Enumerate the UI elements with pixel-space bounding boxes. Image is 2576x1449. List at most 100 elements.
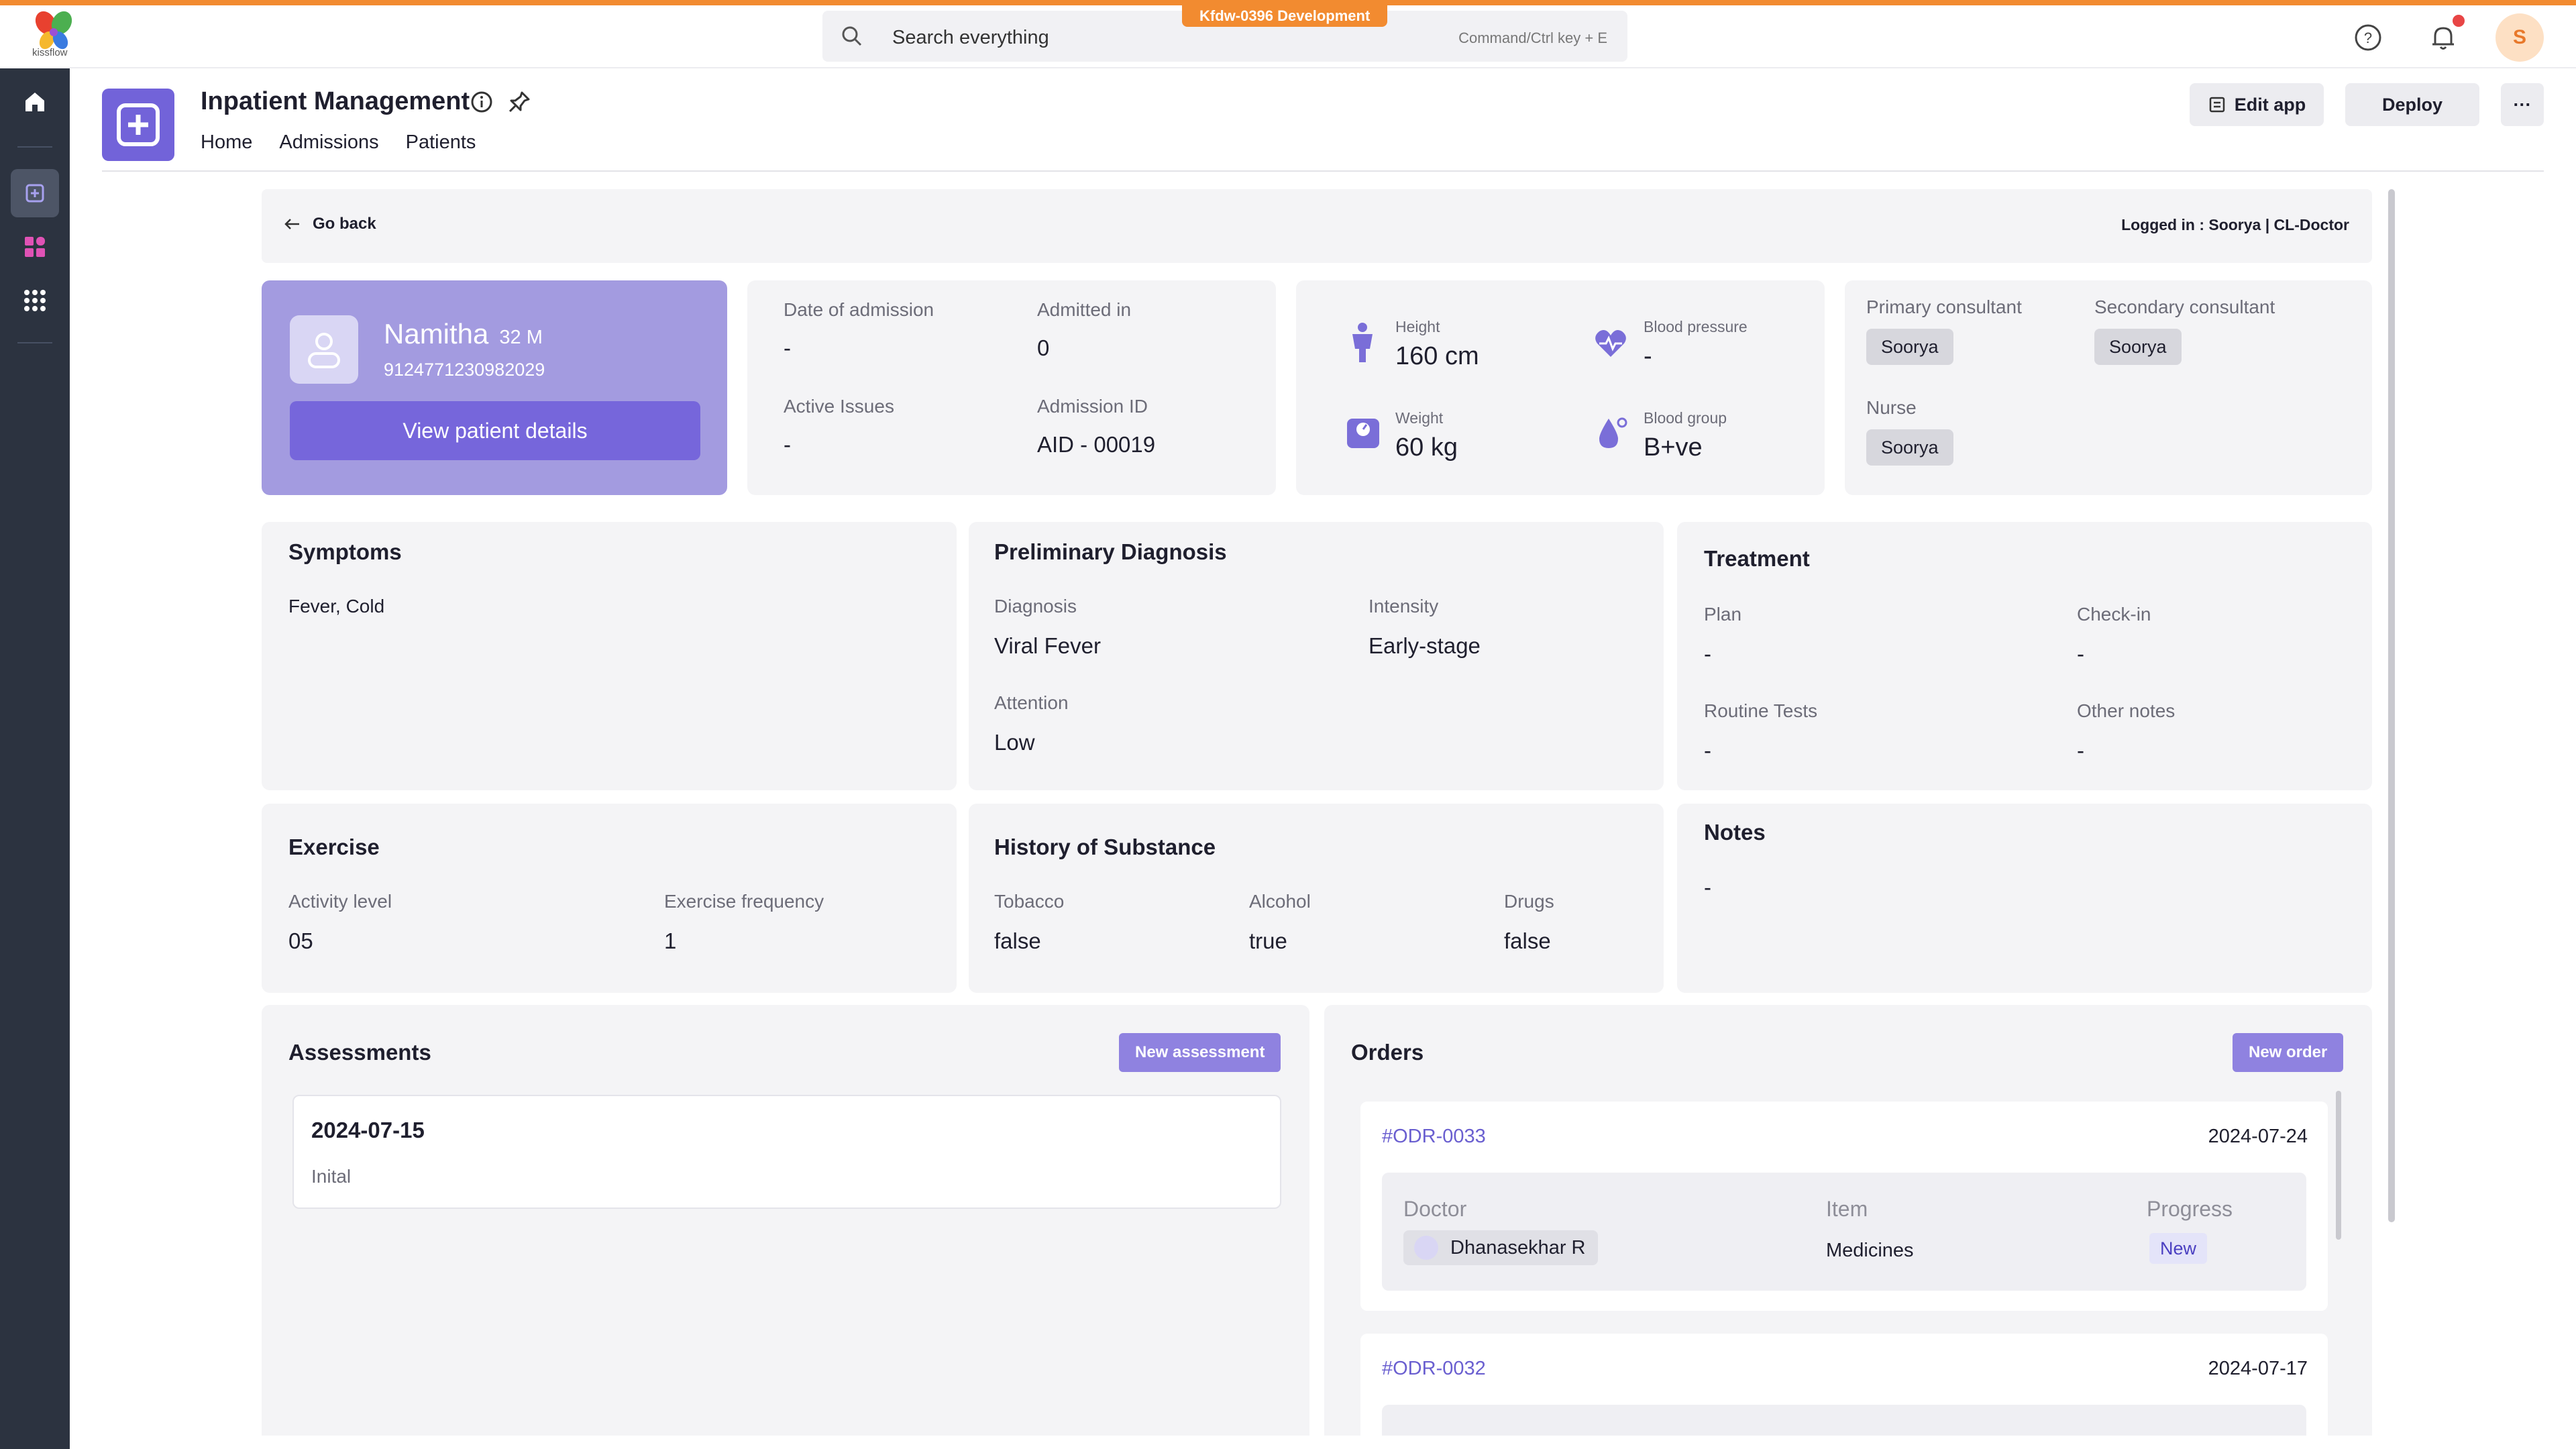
info-icon[interactable] — [470, 90, 494, 114]
order-details: Doctor Item Progress Dhanasekhar R Medic… — [1382, 1173, 2306, 1291]
person-icon — [308, 333, 340, 368]
date-of-admission-label: Date of admission — [784, 299, 934, 320]
nav-patients[interactable]: Patients — [406, 131, 476, 154]
go-back-bar: Go back Logged in : Soorya | CL-Doctor — [262, 189, 2372, 263]
weight-value: 60 kg — [1395, 433, 1458, 462]
blood-pressure-label: Blood pressure — [1644, 318, 1748, 335]
logo-text: kissflow — [32, 47, 68, 58]
arrow-left-icon — [284, 219, 299, 229]
treatment-card: Treatment Plan - Check-in - Routine Test… — [1677, 522, 2372, 790]
doctor-avatar — [1414, 1236, 1438, 1260]
home-nav[interactable] — [11, 78, 59, 126]
new-order-button[interactable]: New order — [2233, 1033, 2344, 1072]
notification-dot — [2453, 15, 2465, 27]
diagnosis-value: Viral Fever — [994, 633, 1101, 658]
search-icon — [842, 26, 862, 46]
substance-title: History of Substance — [994, 835, 1216, 859]
user-avatar[interactable]: S — [2496, 13, 2544, 62]
exercise-title: Exercise — [288, 835, 380, 859]
check-in-value: - — [2077, 641, 2084, 666]
assessments-title: Assessments — [288, 1040, 431, 1065]
apps-nav[interactable] — [11, 223, 59, 271]
deploy-label: Deploy — [2381, 94, 2443, 115]
exercise-frequency-label: Exercise frequency — [664, 891, 824, 912]
nav-home[interactable]: Home — [201, 131, 252, 154]
order-id[interactable]: #ODR-0033 — [1382, 1126, 1486, 1148]
new-assessment-button[interactable]: New assessment — [1119, 1033, 1281, 1072]
help-icon[interactable]: ? — [2349, 19, 2387, 56]
symptoms-value: Fever, Cold — [288, 596, 385, 616]
doctor-chip[interactable]: Dhanasekhar R — [1403, 1230, 1598, 1265]
doctor-column-label: Doctor — [1403, 1197, 1467, 1221]
primary-consultant-chip[interactable]: Soorya — [1866, 329, 1953, 365]
assessment-type: Inital — [311, 1166, 352, 1187]
admitted-in-label: Admitted in — [1037, 299, 1132, 320]
go-back-link[interactable]: Go back — [283, 215, 376, 233]
admission-id-label: Admission ID — [1037, 396, 1148, 417]
main-content: Go back Logged in : Soorya | CL-Doctor N… — [262, 189, 2372, 1436]
active-issues-label: Active Issues — [784, 396, 894, 417]
view-patient-details-button[interactable]: View patient details — [290, 401, 700, 460]
other-notes-value: - — [2077, 738, 2084, 763]
alcohol-label: Alcohol — [1249, 891, 1311, 912]
notes-title: Notes — [1704, 820, 1766, 845]
rail-divider — [17, 146, 52, 148]
intensity-value: Early-stage — [1368, 633, 1481, 658]
main-scrollbar[interactable] — [2388, 189, 2395, 1222]
edit-app-label: Edit app — [2234, 94, 2306, 115]
nav-admissions[interactable]: Admissions — [279, 131, 378, 154]
app-nav: Home Admissions Patients — [201, 131, 476, 154]
current-app-nav[interactable] — [11, 169, 59, 217]
order-item[interactable]: #ODR-0033 2024-07-24 Doctor Item Progres… — [1360, 1102, 2328, 1311]
plan-value: - — [1704, 641, 1711, 666]
exercise-frequency-value: 1 — [664, 928, 677, 953]
orders-scrollbar[interactable] — [2336, 1091, 2341, 1240]
pin-icon[interactable] — [507, 90, 531, 114]
routine-tests-label: Routine Tests — [1704, 700, 1818, 721]
home-icon — [25, 93, 44, 111]
deploy-button[interactable]: Deploy — [2345, 83, 2479, 126]
order-item-value: Medicines — [1826, 1240, 1914, 1261]
intensity-label: Intensity — [1368, 596, 1439, 616]
weight-label: Weight — [1395, 409, 1444, 427]
secondary-consultant-chip[interactable]: Soorya — [2094, 329, 2182, 365]
blood-pressure-value: - — [1644, 342, 1652, 370]
treatment-title: Treatment — [1704, 546, 1810, 571]
diagnosis-label: Diagnosis — [994, 596, 1077, 616]
nurse-label: Nurse — [1866, 397, 1917, 418]
symptoms-title: Symptoms — [288, 539, 402, 564]
app-plus-icon — [25, 184, 44, 203]
environment-badge: Kfdw-0396 Development — [1182, 5, 1388, 27]
edit-icon — [2209, 97, 2224, 113]
all-apps-nav[interactable] — [11, 276, 59, 325]
search-input[interactable]: Search everything — [892, 27, 1049, 49]
nurse-chip[interactable]: Soorya — [1866, 429, 1953, 466]
dots-grid-icon — [24, 290, 46, 311]
check-in-label: Check-in — [2077, 604, 2151, 625]
header-divider — [102, 170, 2544, 172]
rail-divider — [17, 342, 52, 343]
vitals-card: Height 160 cm Blood pressure - Weight 60… — [1296, 280, 1825, 495]
order-id[interactable]: #ODR-0032 — [1382, 1358, 1486, 1380]
go-back-label: Go back — [313, 215, 376, 233]
doctor-name: Dhanasekhar R — [1450, 1237, 1586, 1258]
assessment-date: 2024-07-15 — [311, 1118, 425, 1142]
edit-app-button[interactable]: Edit app — [2190, 83, 2324, 126]
diagnosis-title: Preliminary Diagnosis — [994, 539, 1227, 564]
patient-card: Namitha 32 M 9124771230982029 View patien… — [262, 280, 727, 495]
medical-plus-icon — [117, 103, 160, 146]
notes-card: Notes - — [1677, 804, 2372, 993]
symptoms-card: Symptoms Fever, Cold — [262, 522, 957, 790]
assessment-item[interactable]: 2024-07-15 Inital — [292, 1095, 1281, 1209]
admitted-in-value: 0 — [1037, 335, 1050, 360]
order-item[interactable]: #ODR-0032 2024-07-17 — [1360, 1334, 2328, 1436]
logged-in-info: Logged in : Soorya | CL-Doctor — [2121, 216, 2349, 233]
other-notes-label: Other notes — [2077, 700, 2176, 721]
orders-card: Orders New order #ODR-0033 2024-07-24 Do… — [1324, 1005, 2372, 1436]
height-icon — [1352, 323, 1373, 362]
patient-avatar — [290, 315, 358, 384]
drugs-label: Drugs — [1504, 891, 1554, 912]
more-options-button[interactable]: ··· — [2501, 83, 2544, 126]
admission-id-value: AID - 00019 — [1037, 432, 1156, 457]
blood-drop-icon — [1599, 417, 1627, 448]
